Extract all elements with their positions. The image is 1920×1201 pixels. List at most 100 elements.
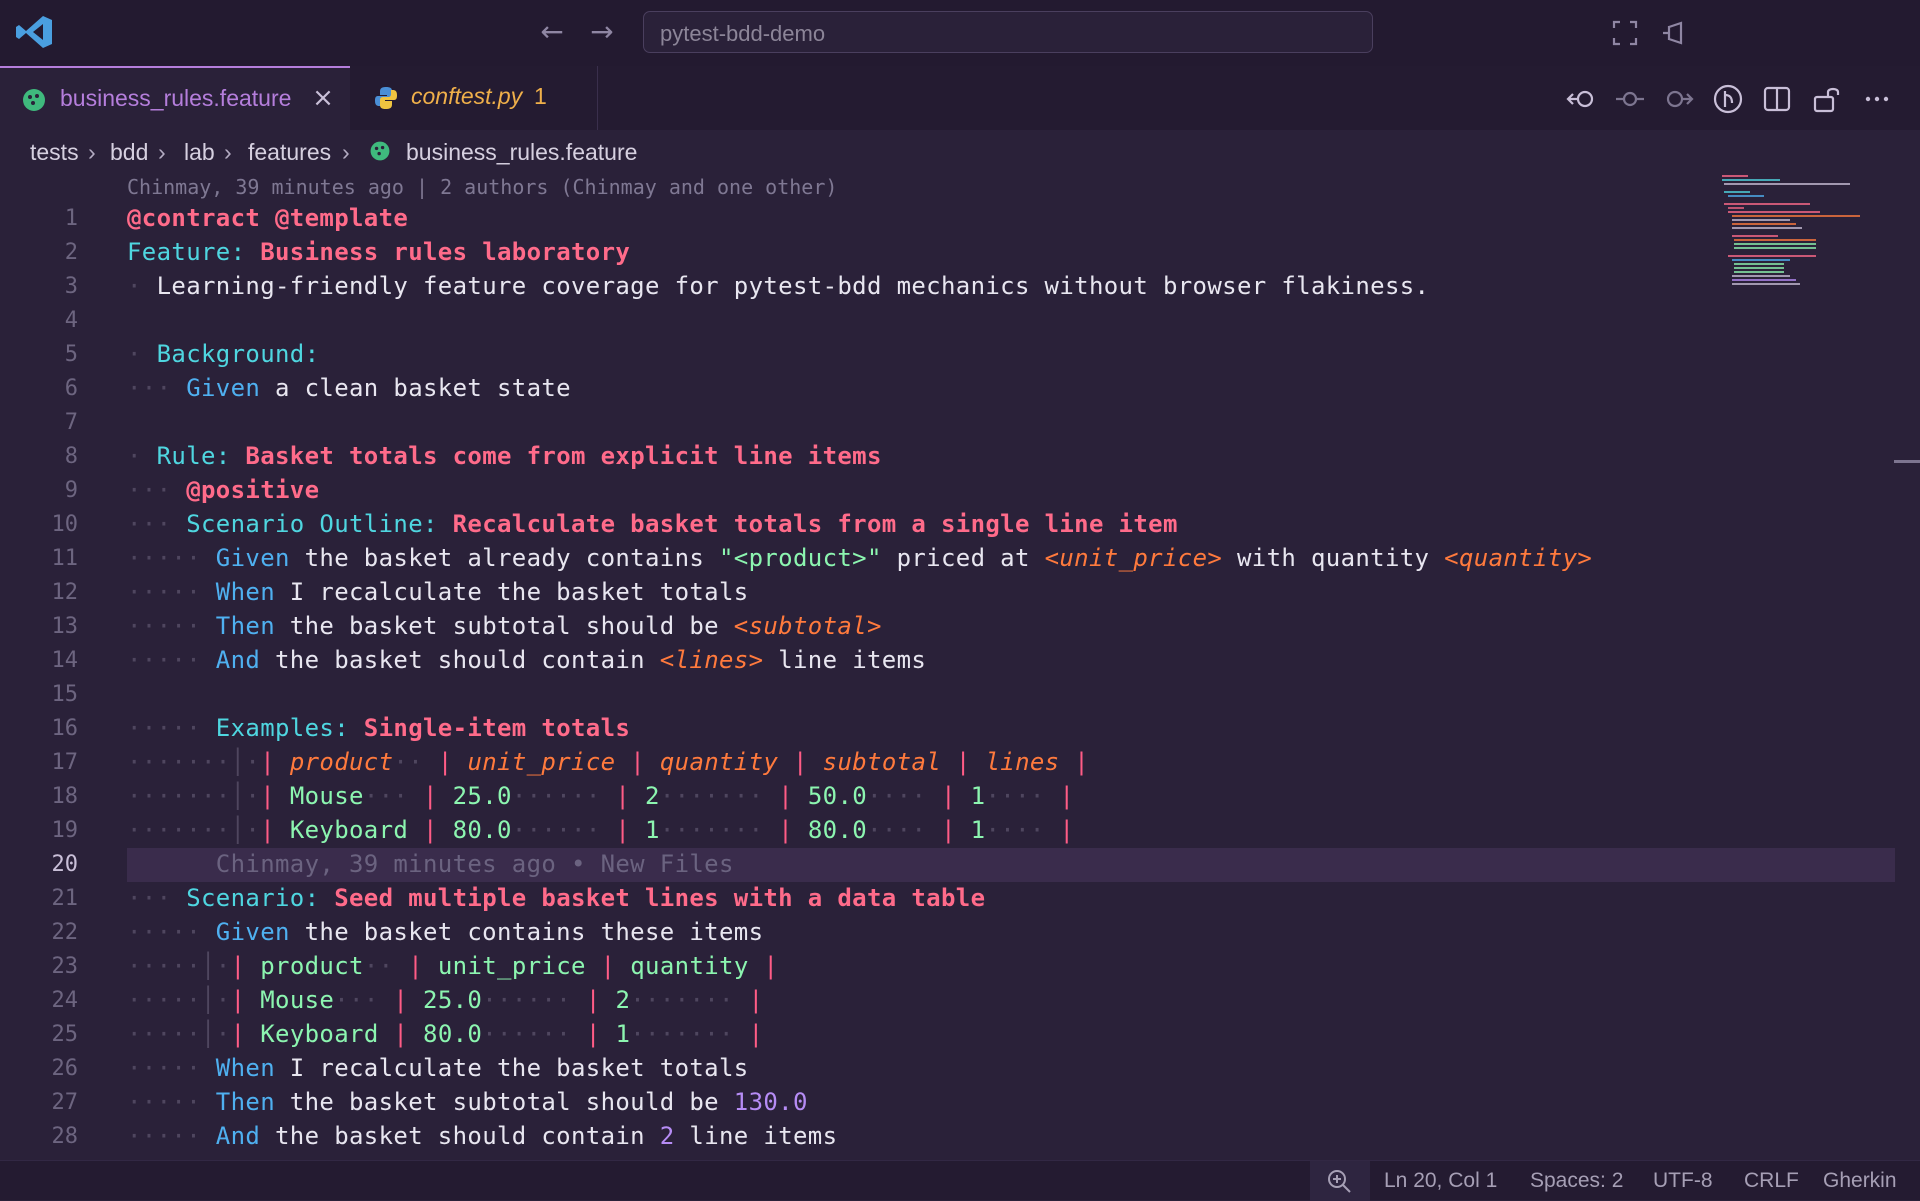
git-commit-icon[interactable] — [1614, 83, 1646, 115]
tab-conftest-py[interactable]: conftest.py 1 — [350, 66, 598, 130]
scrollbar-position-marker[interactable] — [1894, 460, 1920, 463]
table-row: ·······│·| Keyboard | 80.0······ | 1····… — [127, 816, 1075, 844]
table-cell: 2 — [645, 782, 660, 810]
title-text: Business rules laboratory — [245, 238, 631, 266]
chevron-right-icon: › — [342, 139, 350, 165]
table-header-cell: unit_price — [467, 748, 616, 776]
table-cell: 1 — [970, 816, 986, 844]
minimap[interactable] — [1720, 172, 1860, 292]
line-number: 13 — [51, 614, 79, 639]
table-header-cell: subtotal — [822, 748, 942, 776]
code-line: · Background: — [127, 340, 320, 368]
code-line: ··· @positive — [127, 476, 320, 504]
table-header-cell: lines — [985, 748, 1060, 776]
line-number: 24 — [51, 988, 79, 1013]
tab-business-rules-feature[interactable]: business_rules.feature × — [0, 66, 350, 130]
breadcrumb-tests[interactable]: tests — [30, 139, 79, 166]
line-number: 17 — [51, 750, 79, 775]
step-text: the basket already contains — [289, 544, 719, 572]
arrow-left-icon[interactable]: ← — [537, 16, 567, 48]
title-text: Single-item totals — [349, 714, 631, 742]
line-number: 23 — [51, 954, 79, 979]
table-cell: 25.0 — [452, 782, 512, 810]
more-actions-icon[interactable] — [1861, 83, 1893, 115]
table-row: ·····│·| Mouse··· | 25.0······ | 2······… — [127, 986, 764, 1014]
table-header-cell: product — [289, 748, 394, 776]
cucumber-icon — [23, 89, 45, 111]
keyword: Scenario: — [186, 884, 320, 912]
keyword: Background: — [156, 340, 320, 368]
code-line: ····· When I recalculate the basket tota… — [127, 1054, 749, 1082]
pin-icon[interactable] — [1659, 18, 1689, 48]
split-editor-icon[interactable] — [1761, 83, 1793, 115]
go-back-change-icon[interactable] — [1565, 83, 1597, 115]
code-line: ····· Then the basket subtotal should be… — [127, 612, 882, 640]
breadcrumb-file[interactable]: business_rules.feature — [406, 139, 637, 166]
git-blame-codelens[interactable]: Chinmay, 39 minutes ago | 2 authors (Chi… — [127, 175, 837, 199]
lock-icon[interactable] — [1811, 83, 1843, 115]
line-number: 26 — [51, 1056, 79, 1081]
code-line: ··· Given a clean basket state — [127, 374, 571, 402]
code-line: Chinmay, 39 minutes ago • New Files — [127, 850, 734, 878]
placeholder: <subtotal> — [733, 612, 882, 640]
breadcrumb-features[interactable]: features — [248, 139, 331, 166]
search-text: pytest-bdd-demo — [660, 21, 826, 46]
code-editor[interactable]: 1 @contract @template 2 Feature: Business … — [0, 202, 1895, 1157]
code-line: ····· And the basket should contain <lin… — [127, 646, 927, 674]
line-ending-setting[interactable]: CRLF — [1744, 1169, 1799, 1193]
breadcrumb-lab[interactable]: lab — [184, 139, 215, 166]
line-number: 4 — [64, 308, 78, 333]
string-literal: "<product>" — [718, 544, 882, 572]
step-keyword: When — [215, 578, 275, 606]
cursor-position[interactable]: Ln 20, Col 1 — [1384, 1169, 1497, 1193]
line-number: 6 — [64, 376, 78, 401]
table-cell: 1 — [615, 1020, 631, 1048]
table-cell: 50.0 — [807, 782, 868, 810]
vscode-logo-icon[interactable] — [14, 14, 54, 50]
close-icon[interactable]: × — [310, 85, 336, 111]
line-number: 12 — [51, 580, 79, 605]
table-cell: 80.0 — [452, 816, 512, 844]
inline-blame: Chinmay, 39 minutes ago • New Files — [215, 850, 734, 878]
step-keyword: And — [215, 1122, 261, 1150]
git-branch-icon[interactable] — [1712, 83, 1744, 115]
encoding-setting[interactable]: UTF-8 — [1653, 1169, 1713, 1193]
chevron-right-icon: › — [224, 139, 232, 165]
arrow-right-icon[interactable]: → — [587, 16, 617, 48]
step-keyword: When — [215, 1054, 275, 1082]
table-cell: 1 — [645, 816, 660, 844]
go-forward-change-icon[interactable] — [1663, 83, 1695, 115]
fullscreen-icon[interactable] — [1610, 18, 1640, 48]
step-keyword: Then — [215, 1088, 275, 1116]
line-number: 28 — [51, 1124, 79, 1149]
line-number: 18 — [51, 784, 79, 809]
zoom-button[interactable] — [1310, 1161, 1370, 1201]
table-cell: Mouse — [260, 986, 335, 1014]
tab-label: business_rules.feature — [60, 85, 292, 111]
step-text: I recalculate the basket totals — [275, 578, 749, 606]
step-text: line items — [674, 1122, 838, 1150]
line-number: 22 — [51, 920, 79, 945]
title-text: Seed multiple basket lines with a data t… — [319, 884, 986, 912]
line-number: 21 — [51, 886, 79, 911]
table-row: ·····│·| Keyboard | 80.0······ | 1······… — [127, 1020, 764, 1048]
title-text: Recalculate basket totals from a single … — [437, 510, 1178, 538]
language-mode[interactable]: Gherkin — [1823, 1169, 1897, 1193]
table-cell: 25.0 — [423, 986, 483, 1014]
status-bar: Ln 20, Col 1 Spaces: 2 UTF-8 CRLF Gherki… — [0, 1160, 1920, 1201]
step-text: line items — [763, 646, 927, 674]
code-line: ····· Given the basket contains these it… — [127, 918, 764, 946]
breadcrumb-bdd[interactable]: bdd — [110, 139, 148, 166]
indentation-setting[interactable]: Spaces: 2 — [1530, 1169, 1623, 1193]
examples-table-header: ·······│·| product·· | unit_price | quan… — [127, 748, 1090, 776]
table-cell: Keyboard — [289, 816, 409, 844]
code-line: ····· Examples: Single-item totals — [127, 714, 631, 742]
step-keyword: Then — [215, 612, 275, 640]
tag-text: @contract @template — [127, 204, 409, 232]
python-icon — [375, 87, 397, 109]
line-number: 27 — [51, 1090, 79, 1115]
table-cell: 80.0 — [807, 816, 868, 844]
line-number: 19 — [51, 818, 79, 843]
command-center-search[interactable]: pytest-bdd-demo — [643, 11, 1373, 53]
step-text: the basket subtotal should be — [275, 612, 734, 640]
